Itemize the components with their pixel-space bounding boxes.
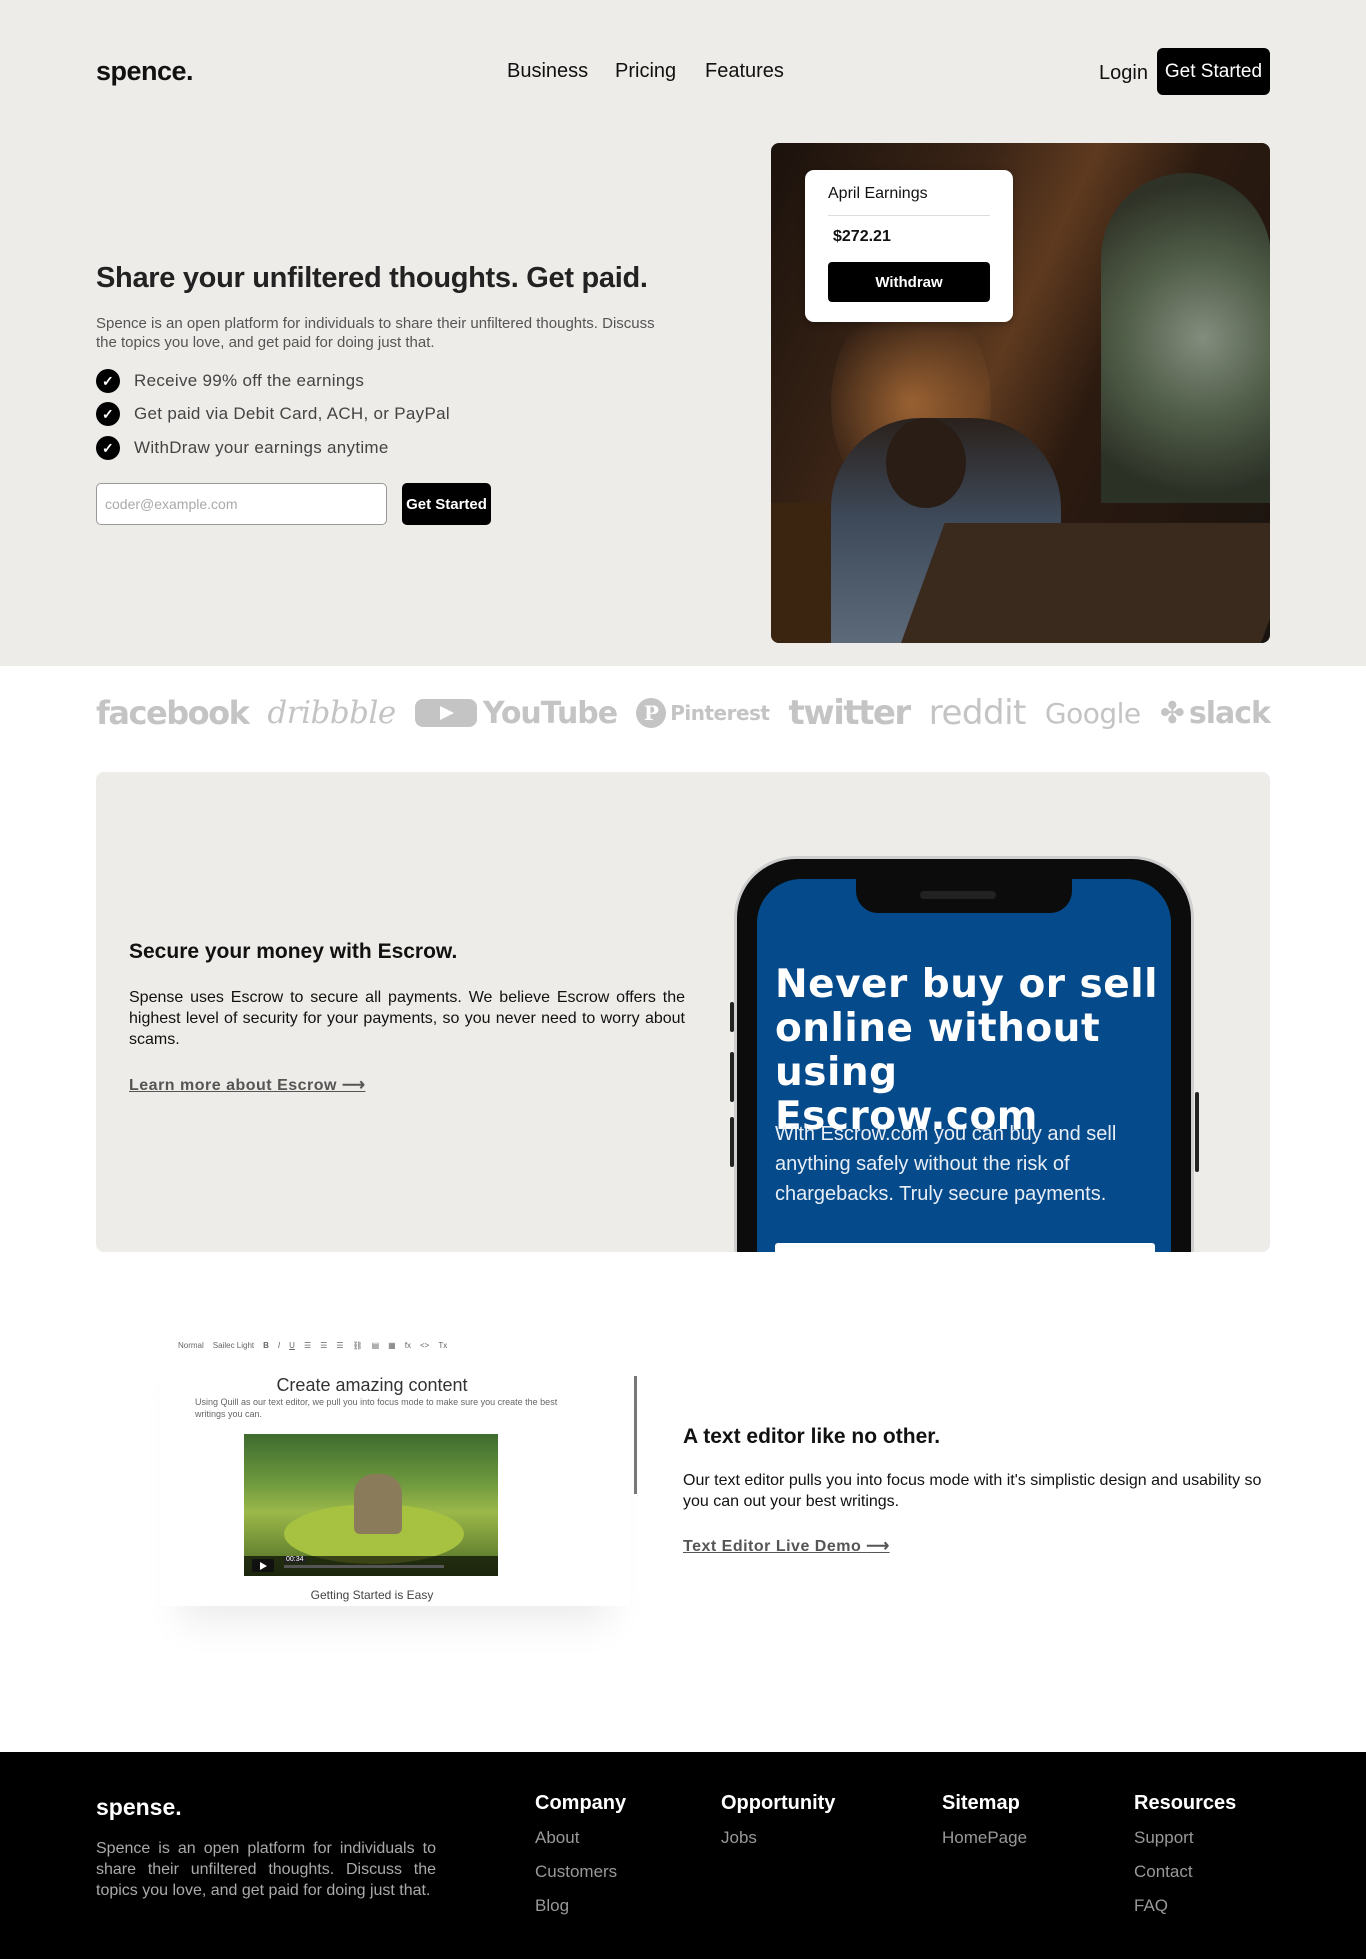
arrow-right-icon: ⟶: [866, 1538, 890, 1555]
footer-column-title: Resources: [1134, 1792, 1237, 1814]
clear-format-icon[interactable]: Tx: [438, 1341, 447, 1350]
feature-label: WithDraw your earnings anytime: [134, 438, 389, 457]
bullet-list-icon[interactable]: ☰: [320, 1341, 327, 1350]
login-link[interactable]: Login: [1099, 62, 1148, 85]
footer-column-sitemap: Sitemap HomePage: [942, 1792, 1027, 1861]
indent-icon[interactable]: ☰: [336, 1341, 343, 1350]
bold-icon[interactable]: B: [263, 1341, 269, 1350]
phone-mockup: Never buy or sell online without using E…: [734, 856, 1194, 1252]
feature-item: ✓ Receive 99% off the earnings: [96, 369, 364, 393]
footer-link-blog[interactable]: Blog: [535, 1895, 626, 1929]
editor-caption: Getting Started is Easy: [310, 1588, 434, 1602]
footer-link-support[interactable]: Support: [1134, 1827, 1236, 1861]
reddit-logo: reddit: [928, 693, 1027, 733]
text-editor-title: A text editor like no other.: [683, 1425, 941, 1448]
slack-icon: ✤: [1159, 695, 1185, 731]
footer-link-faq[interactable]: FAQ: [1134, 1895, 1236, 1929]
youtube-logo: YouTube: [414, 696, 618, 731]
text-editor-preview: Normal Sailec Light B I U ☰ ☰ ☰ ⛓ ▤ ▦ fx…: [160, 1330, 630, 1606]
hero-section: spence. Business Pricing Features Login …: [0, 0, 1366, 666]
arrow-right-icon: ⟶: [341, 1077, 366, 1094]
nav-features[interactable]: Features: [705, 60, 784, 83]
check-circle-icon: ✓: [96, 436, 120, 460]
earnings-label: April Earnings: [828, 185, 928, 202]
brand-logos: facebook dribbble YouTube P Pinterest twi…: [96, 688, 1271, 738]
check-circle-icon: ✓: [96, 402, 120, 426]
play-icon: [414, 699, 477, 727]
footer-column-title: Opportunity: [721, 1792, 836, 1814]
phone-screen: Never buy or sell online without using E…: [757, 879, 1171, 1252]
video-time: 00:34: [284, 1556, 306, 1563]
pinterest-logo: P Pinterest: [636, 698, 770, 728]
font-select[interactable]: Sailec Light: [213, 1341, 254, 1350]
withdraw-button[interactable]: Withdraw: [828, 262, 990, 302]
footer-link-jobs[interactable]: Jobs: [721, 1827, 835, 1861]
twitter-logo: twitter: [788, 693, 912, 733]
video-progress-bar[interactable]: [284, 1565, 444, 1568]
escrow-section: Secure your money with Escrow. Spense us…: [96, 772, 1270, 1252]
feature-item: ✓ WithDraw your earnings anytime: [96, 436, 389, 460]
video-player[interactable]: 00:34: [244, 1434, 498, 1576]
underline-icon[interactable]: U: [289, 1341, 295, 1350]
escrow-title: Secure your money with Escrow.: [129, 940, 458, 963]
dribbble-logo: dribbble: [267, 695, 396, 731]
italic-icon[interactable]: I: [278, 1341, 280, 1350]
nav-business[interactable]: Business: [507, 60, 588, 83]
editor-content-title: Create amazing content: [276, 1375, 468, 1395]
footer-link-homepage[interactable]: HomePage: [942, 1827, 1027, 1861]
footer-column-opportunity: Opportunity Jobs: [721, 1792, 835, 1861]
earnings-card: April Earnings $272.21 Withdraw: [805, 170, 1013, 322]
ordered-list-icon[interactable]: ☰: [304, 1341, 311, 1350]
editor-content-subtitle: Using Quill as our text editor, we pull …: [195, 1397, 558, 1419]
phone-notch: [856, 879, 1072, 913]
slack-logo: ✤ slack: [1159, 695, 1271, 731]
hero-title: Share your unfiltered thoughts. Get paid…: [96, 262, 648, 294]
footer-logo[interactable]: spense.: [96, 1794, 182, 1821]
phone-text: With Escrow.com you can buy and sell any…: [775, 1123, 1117, 1205]
feature-label: Get paid via Debit Card, ACH, or PayPal: [134, 404, 450, 423]
hero-get-started-button[interactable]: Get Started: [402, 483, 491, 525]
formula-icon[interactable]: fx: [405, 1341, 411, 1350]
text-editor-demo-link[interactable]: Text Editor Live Demo ⟶: [683, 1536, 890, 1556]
pinterest-icon: P: [636, 698, 667, 728]
google-logo: Google: [1044, 696, 1141, 730]
footer-column-resources: Resources Support Contact FAQ: [1134, 1792, 1236, 1929]
check-circle-icon: ✓: [96, 369, 120, 393]
divider: [828, 215, 990, 216]
feature-label: Receive 99% off the earnings: [134, 371, 365, 390]
footer-link-about[interactable]: About: [535, 1827, 626, 1861]
video-icon[interactable]: ▦: [388, 1341, 396, 1350]
email-input[interactable]: [96, 483, 387, 525]
editor-divider: [634, 1376, 637, 1494]
escrow-description: Spense uses Escrow to secure all payment…: [129, 989, 685, 1048]
footer: spense. Spence is an open platform for i…: [0, 1752, 1366, 1959]
earnings-amount: $272.21: [833, 228, 891, 245]
text-editor-description: Our text editor pulls you into focus mod…: [683, 1472, 1262, 1510]
footer-description: Spence is an open platform for individua…: [96, 1840, 436, 1899]
feature-item: ✓ Get paid via Debit Card, ACH, or PayPa…: [96, 402, 450, 426]
footer-column-title: Sitemap: [942, 1792, 1020, 1814]
code-icon[interactable]: <>: [420, 1341, 429, 1350]
footer-column-title: Company: [535, 1792, 627, 1814]
link-icon[interactable]: ⛓: [352, 1341, 362, 1350]
editor-toolbar: Normal Sailec Light B I U ☰ ☰ ☰ ⛓ ▤ ▦ fx…: [178, 1338, 598, 1352]
header-get-started-button[interactable]: Get Started: [1157, 48, 1270, 95]
phone-headline: Never buy or sell online without using E…: [775, 962, 1158, 1139]
learn-more-escrow-link[interactable]: Learn more about Escrow ⟶: [129, 1075, 365, 1095]
format-select[interactable]: Normal: [178, 1341, 204, 1350]
footer-column-company: Company About Customers Blog: [535, 1792, 626, 1929]
facebook-logo: facebook: [96, 694, 250, 732]
play-icon[interactable]: [252, 1559, 274, 1572]
footer-link-contact[interactable]: Contact: [1134, 1861, 1236, 1895]
nav-pricing[interactable]: Pricing: [615, 60, 676, 83]
phone-input-box: [775, 1243, 1155, 1252]
footer-link-customers[interactable]: Customers: [535, 1861, 626, 1895]
hero-description: Spence is an open platform for individua…: [96, 315, 655, 351]
image-icon[interactable]: ▤: [372, 1341, 380, 1350]
